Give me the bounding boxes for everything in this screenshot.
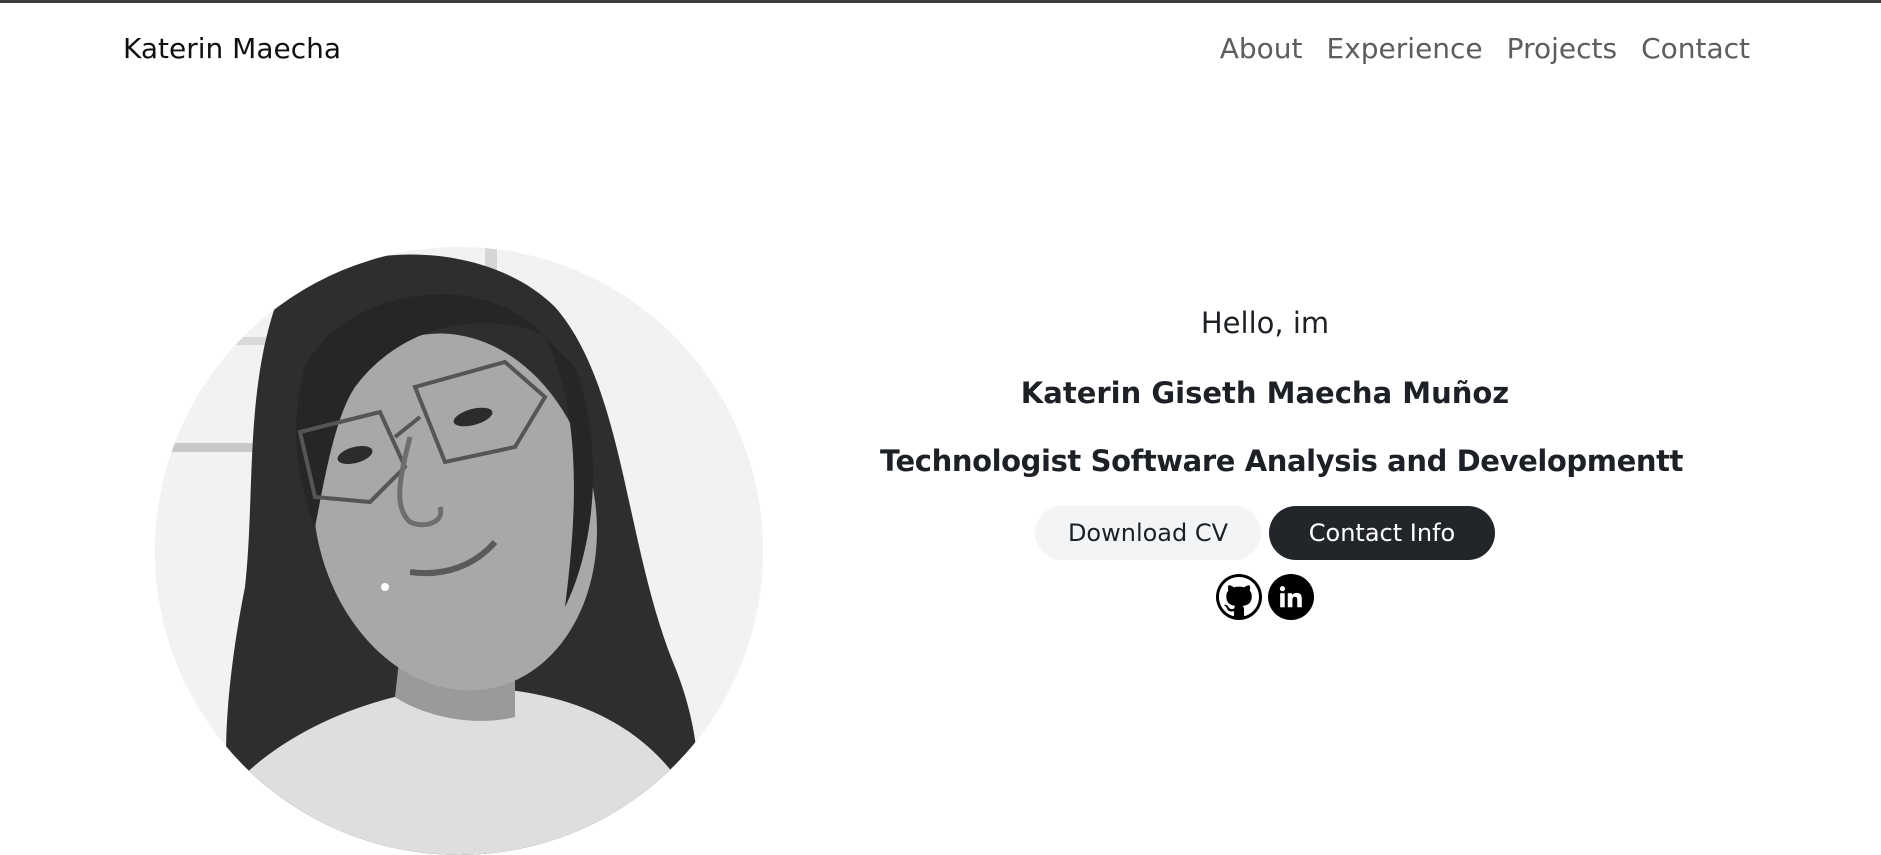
greeting-text: Hello, im [1200,306,1330,340]
hero-buttons: Download CV Contact Info [880,506,1650,560]
hero-section: Hello, im Katerin Giseth Maecha Muñoz Te… [880,300,1684,620]
person-name: Katerin Giseth Maecha Muñoz [1020,376,1510,410]
nav-link-projects[interactable]: Projects [1507,32,1617,65]
nav-links: About Experience Projects Contact [1220,32,1750,65]
linkedin-icon[interactable] [1268,574,1314,620]
nav-link-experience[interactable]: Experience [1327,32,1483,65]
social-links [880,574,1650,620]
profile-photo [155,247,763,855]
job-title: Technologist Software Analysis and Devel… [880,444,1684,478]
download-cv-button[interactable]: Download CV [1035,506,1261,560]
nav-link-about[interactable]: About [1220,32,1303,65]
navbar: Katerin Maecha About Experience Projects… [0,3,1881,93]
contact-info-button[interactable]: Contact Info [1269,506,1495,560]
brand-logo-link[interactable]: Katerin Maecha [123,32,341,65]
nav-link-contact[interactable]: Contact [1641,32,1750,65]
github-icon[interactable] [1216,574,1262,620]
